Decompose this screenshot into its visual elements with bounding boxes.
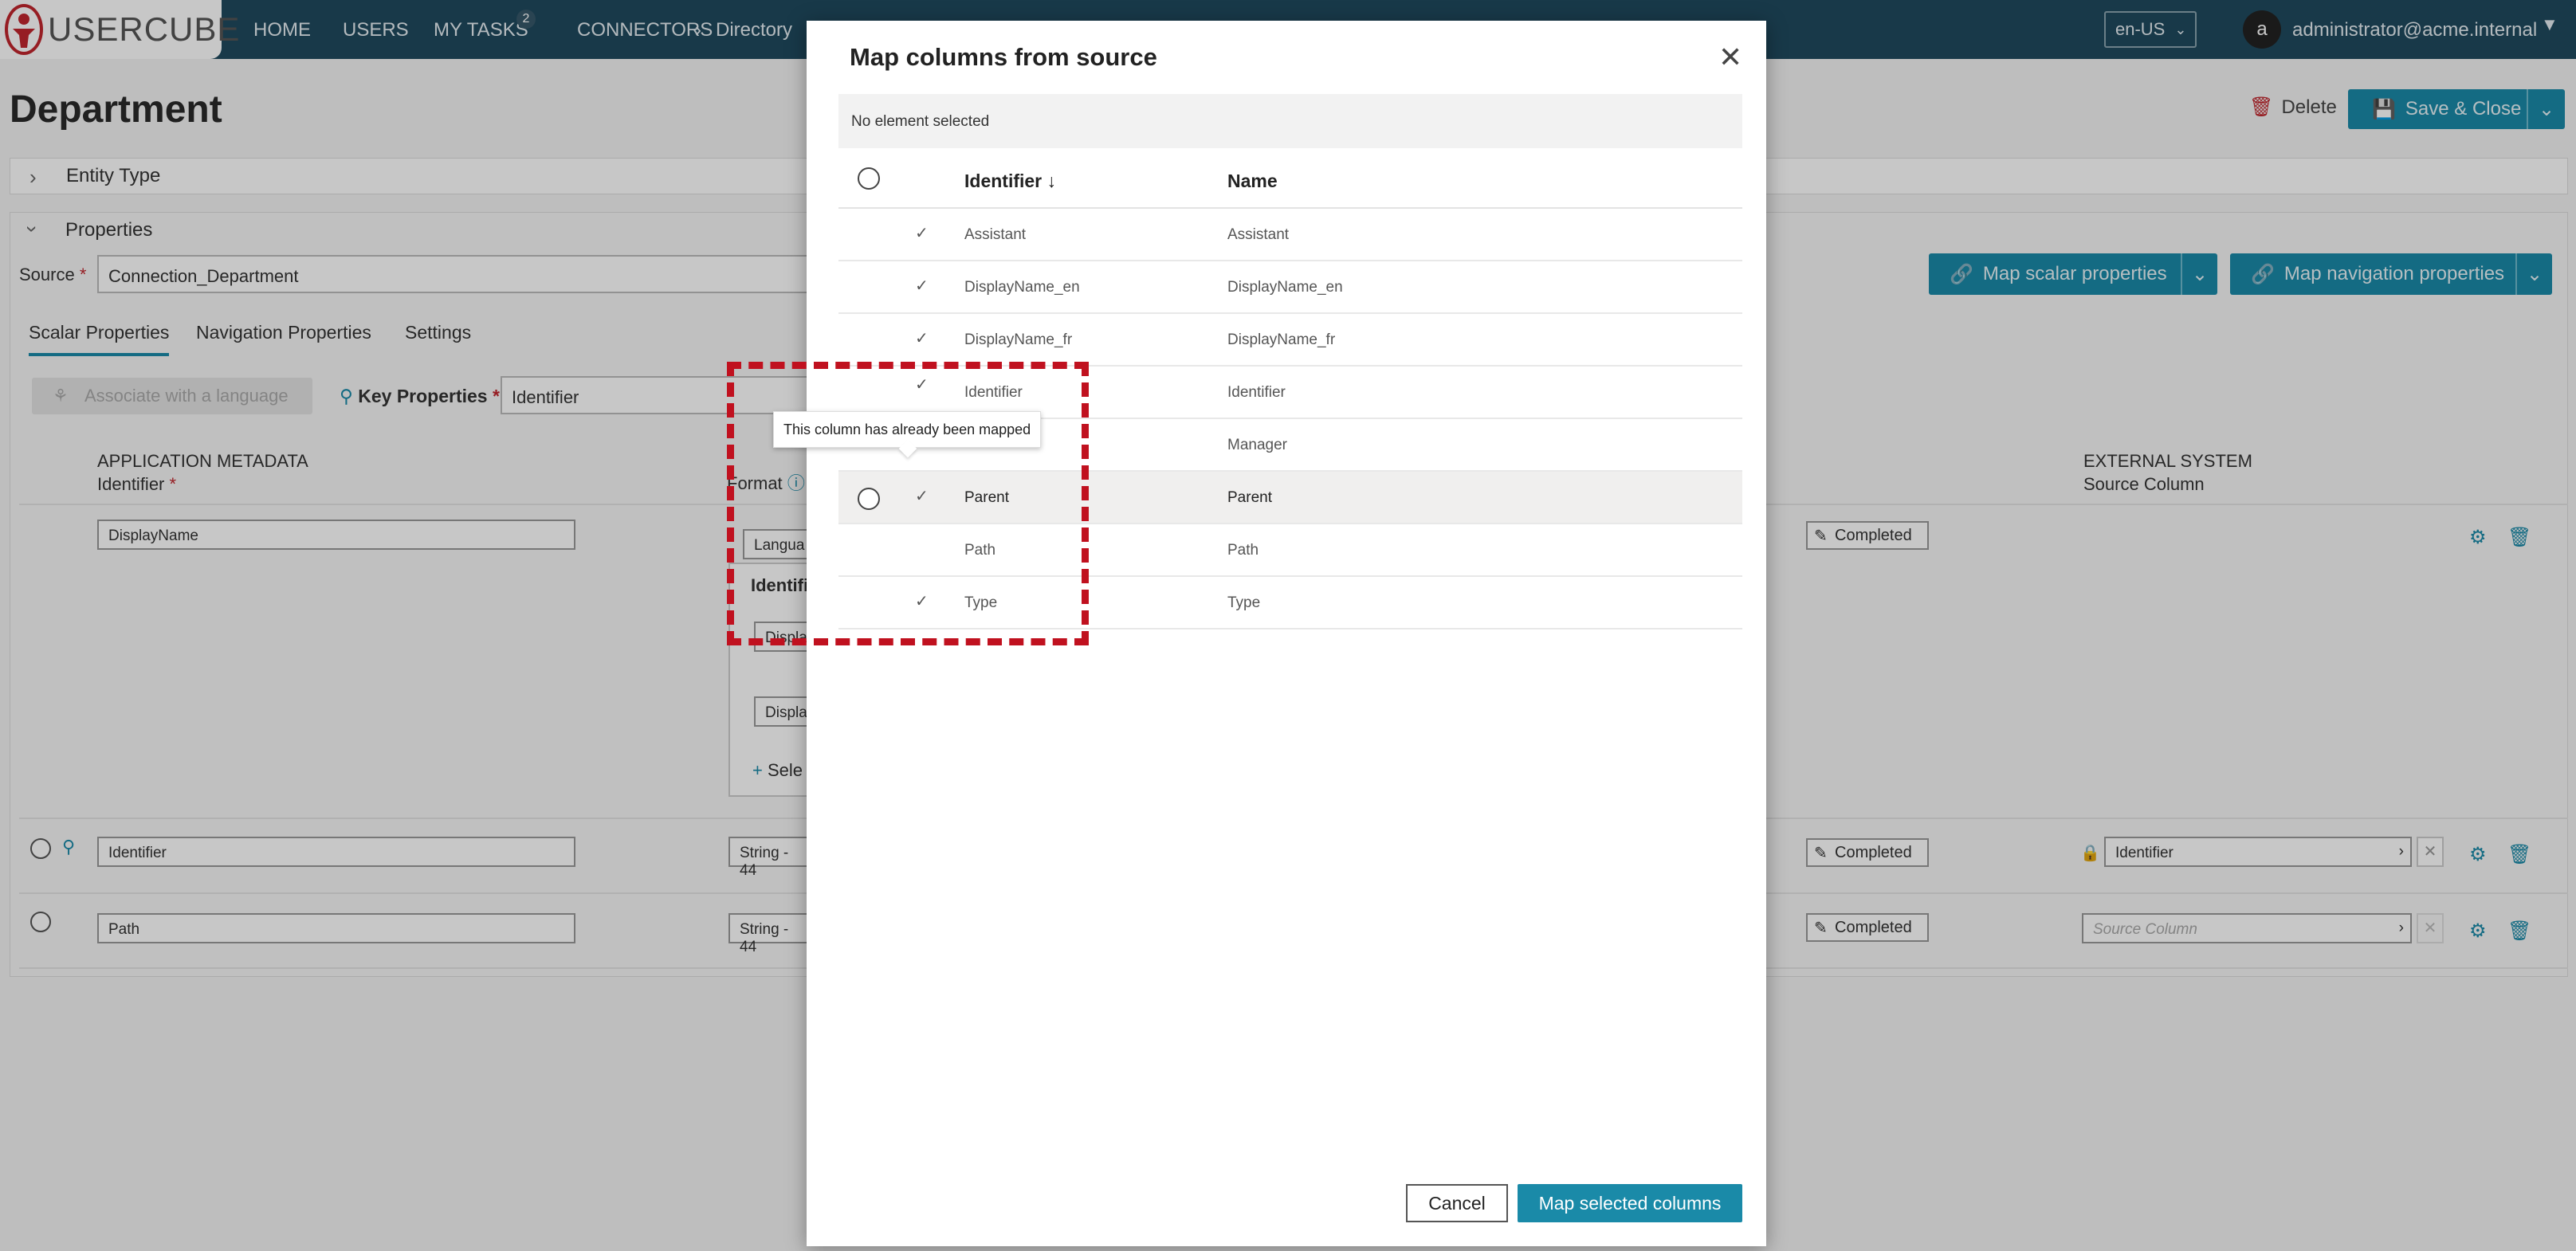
cell-name: DisplayName_en [1227, 279, 1343, 296]
cell-name: Manager [1227, 437, 1287, 453]
table-row[interactable]: ✓ DisplayName_en DisplayName_en [838, 261, 1742, 314]
table-row[interactable]: ✓ Assistant Assistant [838, 209, 1742, 261]
cancel-button[interactable]: Cancel [1406, 1184, 1508, 1222]
map-selected-columns-button[interactable]: Map selected columns [1518, 1184, 1742, 1222]
check-icon: ✓ [915, 225, 929, 242]
cell-name: DisplayName_fr [1227, 331, 1336, 348]
cell-name: Path [1227, 542, 1259, 559]
cell-name: Identifier [1227, 384, 1286, 401]
already-mapped-tooltip: This column has already been mapped [773, 411, 1042, 448]
cell-identifier: Assistant [964, 226, 1027, 243]
close-icon[interactable]: ✕ [1718, 43, 1742, 72]
cell-name: Assistant [1227, 226, 1290, 243]
table-header: Identifier ↓ Name [838, 148, 1742, 209]
cell-name: Parent [1227, 489, 1272, 506]
identifier-column-header[interactable]: Identifier ↓ [964, 171, 1056, 192]
check-icon: ✓ [915, 277, 929, 295]
selection-status: No element selected [838, 94, 1742, 148]
cell-identifier: DisplayName_fr [964, 331, 1073, 348]
cell-identifier: DisplayName_en [964, 279, 1080, 296]
annotation-highlight-box [727, 362, 1089, 645]
select-all-radio[interactable] [858, 167, 880, 190]
dialog-title: Map columns from source [850, 43, 1157, 71]
check-icon: ✓ [915, 330, 929, 347]
table-row[interactable]: ✓ DisplayName_fr DisplayName_fr [838, 314, 1742, 367]
sort-down-icon: ↓ [1046, 171, 1057, 191]
name-column-header[interactable]: Name [1227, 171, 1278, 192]
cell-name: Type [1227, 594, 1261, 611]
